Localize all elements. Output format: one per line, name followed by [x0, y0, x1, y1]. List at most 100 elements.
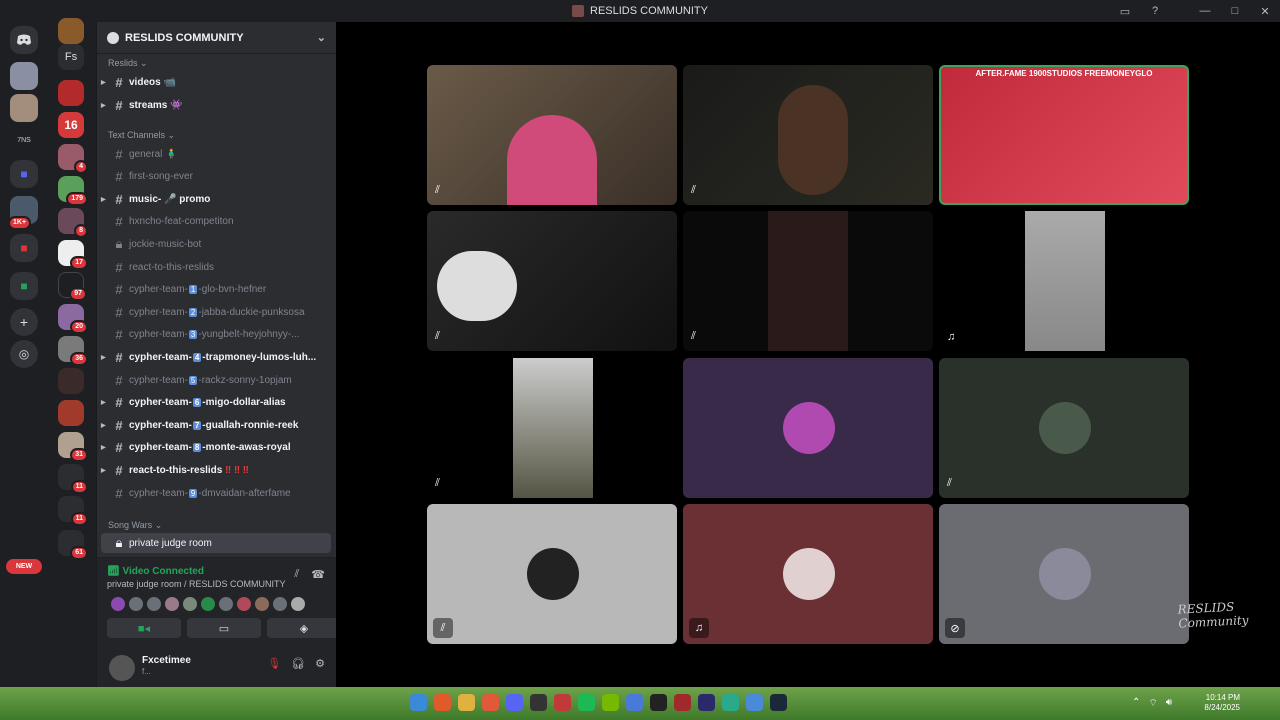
- maximize-button[interactable]: □: [1220, 0, 1250, 22]
- channel-item[interactable]: # react-to-this-reslids: [101, 257, 331, 277]
- server-avatar[interactable]: [10, 94, 38, 122]
- folder-icon[interactable]: [458, 694, 475, 711]
- channel-item[interactable]: # general 🧍‍♂️: [101, 144, 331, 164]
- video-tile[interactable]: ⊘: [939, 504, 1189, 644]
- channel-item[interactable]: # cypher-team- 9 -dmvaidan-afterfame: [101, 483, 331, 503]
- participant-avatar[interactable]: [129, 597, 143, 611]
- channel-item[interactable]: ▶ # cypher-team- 4 -trapmoney-lumos-luh...: [101, 347, 331, 367]
- folder-icon[interactable]: ■: [10, 234, 38, 262]
- avatar[interactable]: [109, 655, 135, 681]
- channel-item[interactable]: # first-song-ever: [101, 167, 331, 187]
- channel-item[interactable]: # cypher-team- 3 -yungbelt-heyjohnyy-...: [101, 325, 331, 345]
- add-server-icon[interactable]: +: [10, 308, 38, 336]
- folder-icon[interactable]: ■: [10, 160, 38, 188]
- category-song-wars[interactable]: Song Wars ⌄: [108, 520, 162, 531]
- participant-avatar[interactable]: [147, 597, 161, 611]
- server-avatar[interactable]: [58, 400, 84, 426]
- minimize-button[interactable]: —: [1190, 0, 1220, 22]
- video-tile[interactable]: ⫽: [427, 504, 677, 644]
- app-icon[interactable]: [674, 694, 691, 711]
- participant-avatar[interactable]: [237, 597, 251, 611]
- server-avatar[interactable]: [58, 80, 84, 106]
- app-icon[interactable]: [722, 694, 739, 711]
- server-avatar[interactable]: 1K+: [8, 196, 38, 230]
- channel-item[interactable]: # hxncho-feat-competiton: [101, 212, 331, 232]
- video-tile[interactable]: ♫: [939, 211, 1189, 351]
- channel-item[interactable]: ▶ # cypher-team- 6 -migo-dollar-alias: [101, 393, 331, 413]
- channel-item[interactable]: # cypher-team- 5 -rackz-sonny-1opjam: [101, 370, 331, 390]
- server-avatar[interactable]: 97: [58, 272, 87, 301]
- server-avatar[interactable]: 11: [58, 464, 88, 494]
- participant-avatar[interactable]: [255, 597, 269, 611]
- channel-private-judge-room[interactable]: 🔒︎ private judge room: [101, 533, 331, 553]
- video-tile[interactable]: ⫽: [683, 211, 933, 351]
- server-avatar[interactable]: [58, 18, 84, 44]
- video-tile[interactable]: ⫽: [683, 65, 933, 205]
- participant-avatar[interactable]: [291, 597, 305, 611]
- server-avatar[interactable]: 4: [58, 144, 88, 174]
- server-avatar[interactable]: 17: [58, 240, 88, 270]
- discord-icon[interactable]: [506, 694, 523, 711]
- server-avatar[interactable]: 11: [58, 496, 88, 526]
- gear-icon[interactable]: ⚙︎: [315, 657, 325, 670]
- start-icon[interactable]: [410, 694, 427, 711]
- server-avatar[interactable]: 61: [58, 530, 88, 560]
- video-tile[interactable]: ♫: [683, 504, 933, 644]
- mic-muted-icon[interactable]: 🎙︎: [267, 657, 281, 670]
- app-icon[interactable]: [482, 694, 499, 711]
- channel-item[interactable]: ▶ # music- 🎤 promo: [101, 189, 331, 209]
- server-avatar[interactable]: 8: [58, 208, 88, 238]
- spotify-icon[interactable]: [578, 694, 595, 711]
- channel-streams[interactable]: ▶ # streams 👾: [101, 95, 331, 115]
- voice-status[interactable]: 📶︎ Video Connected: [107, 566, 204, 577]
- username[interactable]: Fxcetimee: [142, 655, 191, 666]
- video-tile[interactable]: ⫽: [939, 358, 1189, 498]
- channel-videos[interactable]: ▶ # videos 📹: [101, 72, 331, 92]
- server-avatar[interactable]: [58, 368, 84, 394]
- participant-avatar[interactable]: [273, 597, 287, 611]
- channel-item[interactable]: ▶ # cypher-team- 7 -guallah-ronnie-reek: [101, 415, 331, 435]
- video-tile[interactable]: ⫽: [427, 358, 677, 498]
- app-icon[interactable]: [530, 694, 547, 711]
- camera-button[interactable]: ■◂: [107, 618, 181, 638]
- discover-icon[interactable]: ◎: [10, 340, 38, 368]
- video-tile-speaking[interactable]: AFTER.FAME 1900STUDIOS FREEMONEYGLO: [939, 65, 1189, 205]
- new-badge[interactable]: NEW: [6, 559, 42, 574]
- participant-avatar[interactable]: [201, 597, 215, 611]
- close-button[interactable]: ✕: [1250, 0, 1280, 22]
- channel-item[interactable]: ▶ # react-to-this-reslids ‼ ‼ ‼: [101, 460, 331, 480]
- noise-suppression-icon[interactable]: ⫽: [294, 568, 299, 581]
- channel-item[interactable]: # cypher-team- 1 -glo-bvn-hefner: [101, 280, 331, 300]
- app-icon[interactable]: [626, 694, 643, 711]
- category-text-channels[interactable]: Text Channels ⌄: [108, 130, 175, 141]
- screen-share-button[interactable]: ▭: [187, 618, 261, 638]
- activities-button[interactable]: ◈: [267, 618, 341, 638]
- help-icon[interactable]: ?: [1140, 0, 1170, 22]
- server-header[interactable]: RESLIDS COMMUNITY ⌄: [97, 22, 336, 54]
- server-avatar[interactable]: 31: [58, 432, 88, 462]
- video-tile[interactable]: ⫽: [427, 211, 677, 351]
- disconnect-icon[interactable]: ☎︎: [311, 568, 325, 581]
- app-icon[interactable]: [650, 694, 667, 711]
- participant-avatar[interactable]: [111, 597, 125, 611]
- inbox-icon[interactable]: ▭: [1110, 0, 1140, 22]
- steam-icon[interactable]: [770, 694, 787, 711]
- video-tile[interactable]: ⫽: [427, 65, 677, 205]
- channel-item[interactable]: 🔒︎ jockie-music-bot: [101, 234, 331, 254]
- chevron-up-icon[interactable]: ⌃: [1132, 697, 1140, 710]
- category-reslids[interactable]: Reslids ⌄: [108, 58, 148, 69]
- server-avatar[interactable]: 7NS: [10, 126, 38, 154]
- discord-home-icon[interactable]: [10, 26, 38, 54]
- folder-icon[interactable]: ■: [10, 272, 38, 300]
- server-avatar[interactable]: 20: [58, 304, 88, 334]
- server-avatar[interactable]: [10, 62, 38, 90]
- browser-icon[interactable]: [434, 694, 451, 711]
- chevron-down-icon[interactable]: ⌄: [317, 31, 326, 44]
- clock[interactable]: 10:14 PM 8/24/2025: [1204, 693, 1240, 713]
- server-avatar[interactable]: 16: [58, 112, 84, 138]
- participant-avatar[interactable]: [165, 597, 179, 611]
- server-avatar[interactable]: 36: [58, 336, 88, 366]
- fs-server[interactable]: Fs: [58, 44, 84, 70]
- volume-icon[interactable]: 🔊︎: [1166, 697, 1172, 710]
- server-avatar[interactable]: 179: [58, 176, 88, 206]
